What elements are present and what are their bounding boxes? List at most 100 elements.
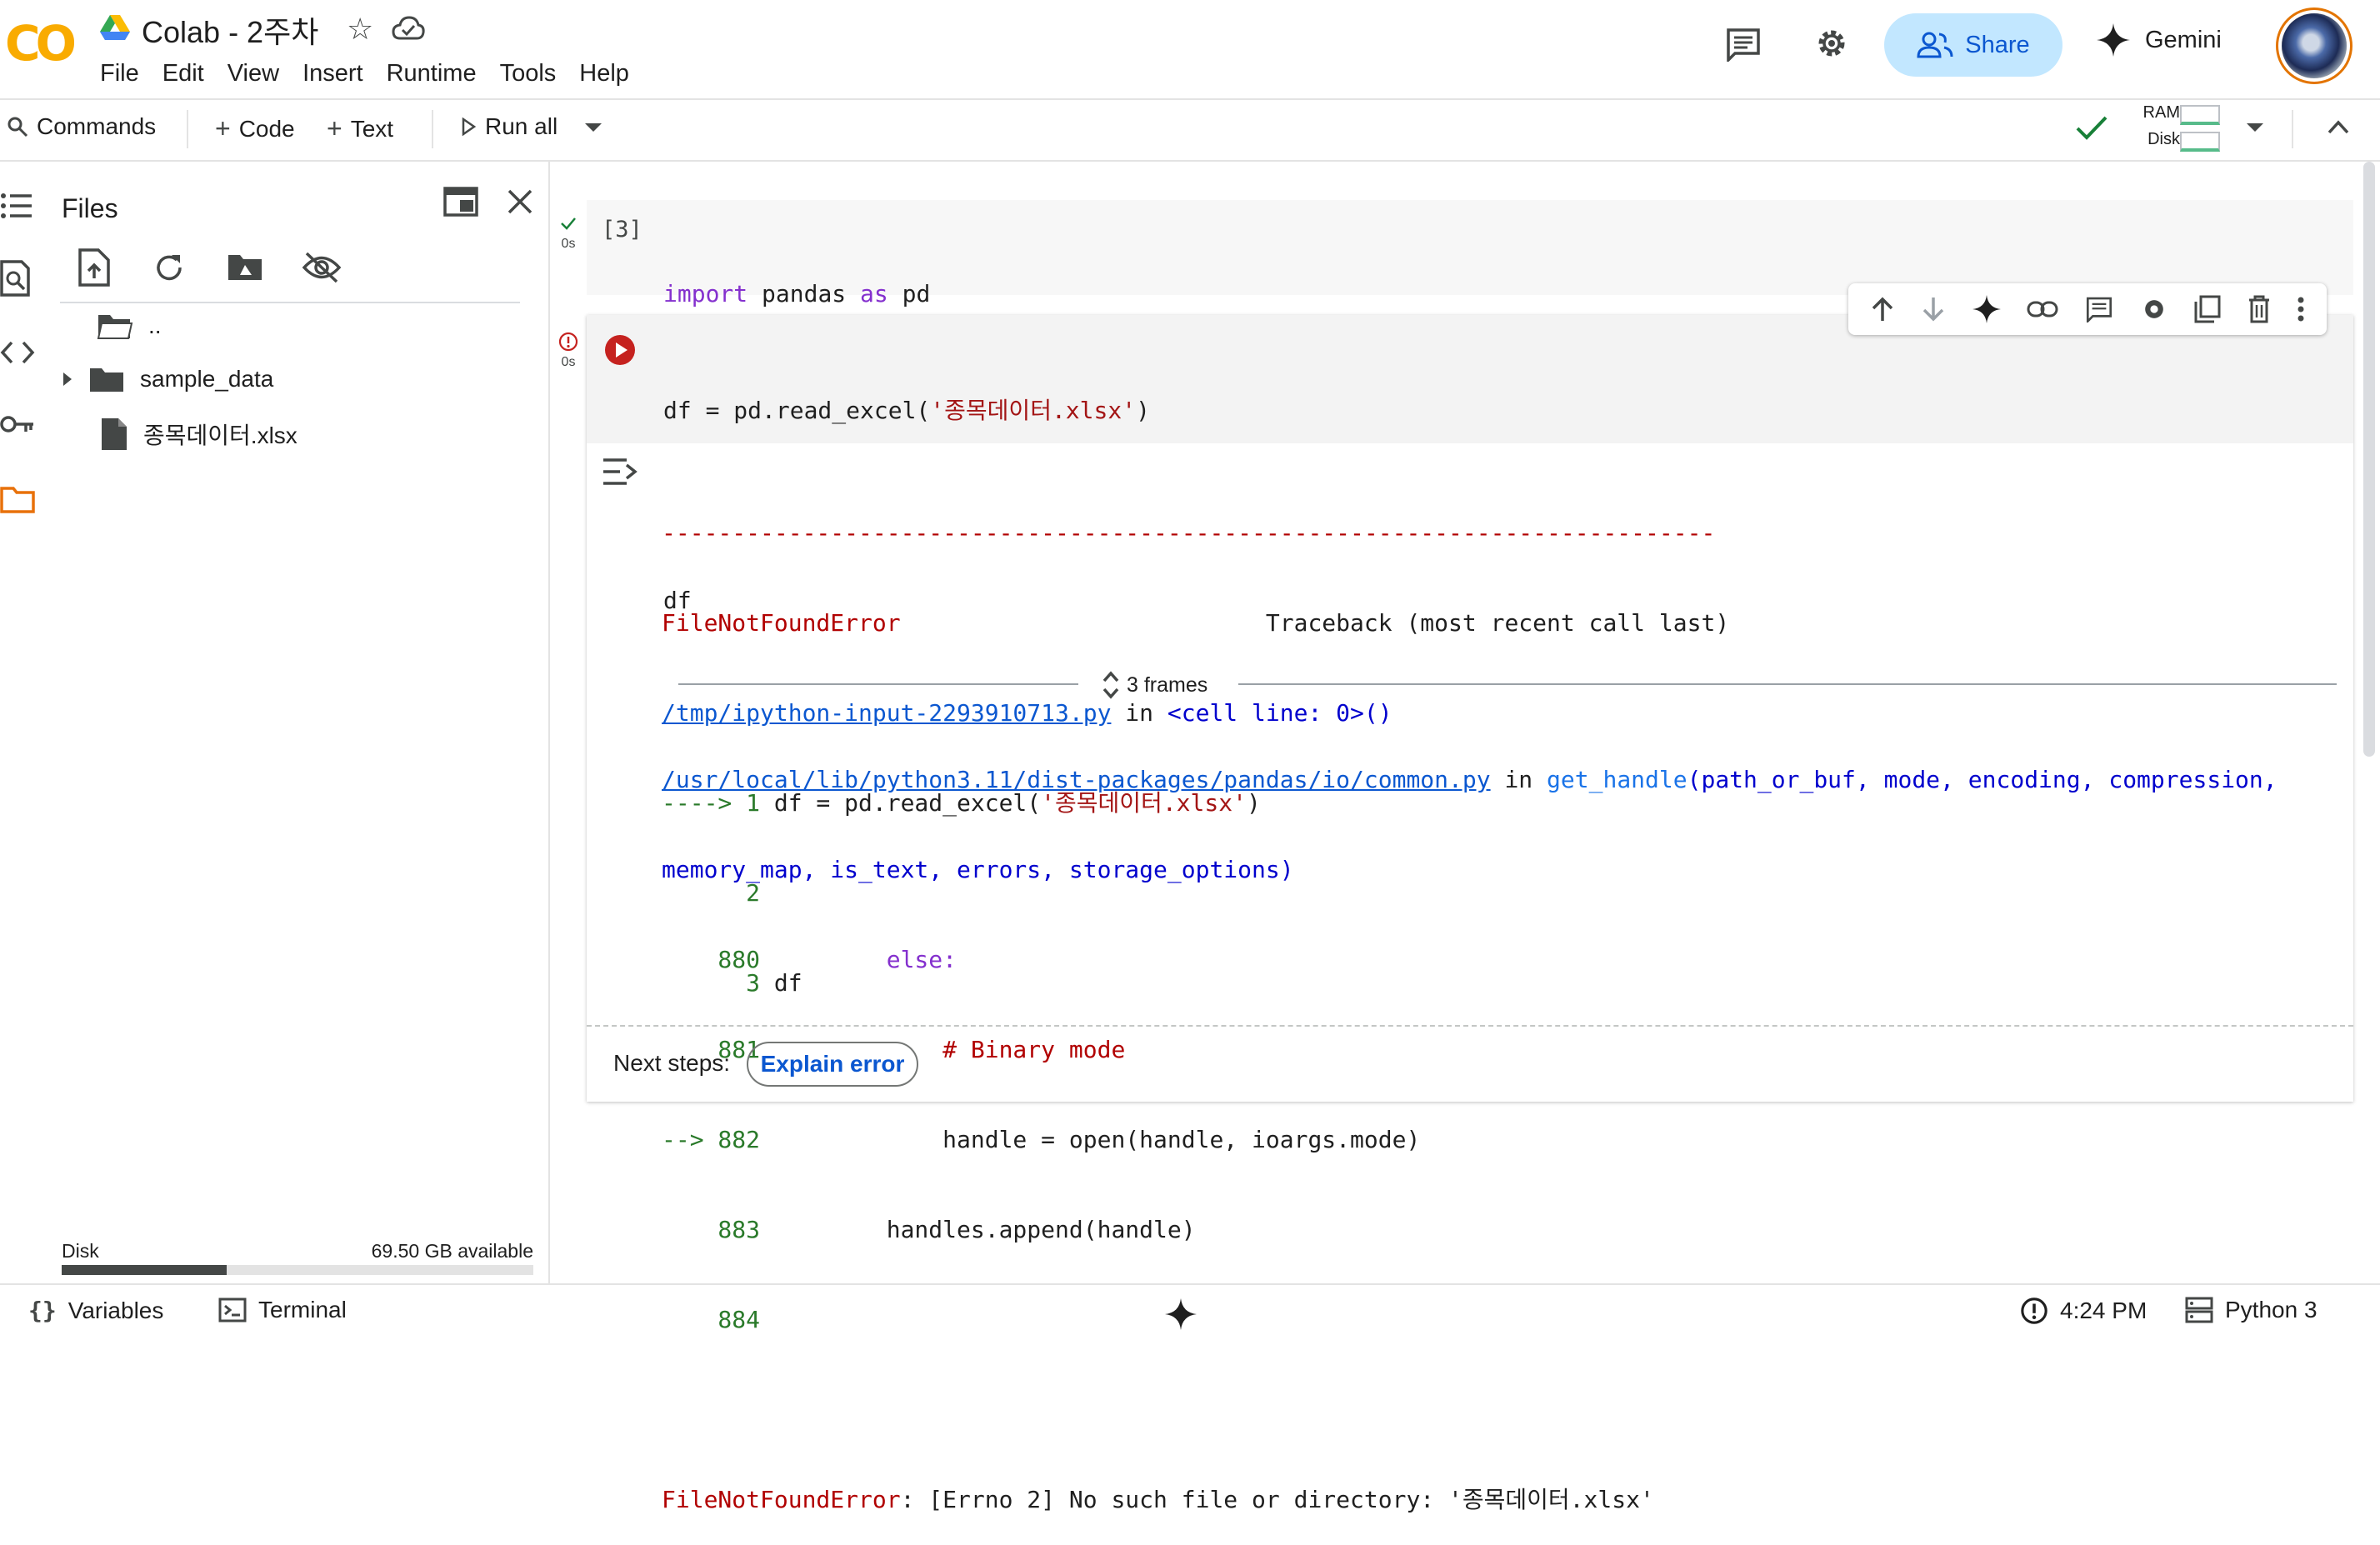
- folder-name: sample_data: [140, 366, 274, 392]
- files-separator: [60, 302, 520, 303]
- frames-divider-left: [678, 683, 1078, 685]
- menu-help[interactable]: Help: [579, 58, 641, 89]
- star-icon[interactable]: ☆: [347, 12, 373, 47]
- file-name: 종목데이터.xlsx: [143, 422, 298, 448]
- output-toggle-icon[interactable]: [602, 457, 638, 487]
- add-code-button[interactable]: + Code: [215, 113, 295, 144]
- frames-label: 3 frames: [1127, 672, 1208, 697]
- mount-drive-icon[interactable]: [227, 252, 263, 282]
- gemini-label: Gemini: [2145, 26, 2222, 53]
- files-folder-icon[interactable]: [0, 485, 35, 513]
- parent-folder-label: ..: [148, 312, 162, 338]
- menu-file[interactable]: File: [100, 58, 151, 89]
- src-line: 883 handles.append(handle): [662, 1216, 1196, 1243]
- variables-button[interactable]: {} Variables: [28, 1297, 163, 1324]
- explain-error-button[interactable]: Explain error: [747, 1042, 918, 1087]
- cell-settings-gear-icon[interactable]: [2140, 295, 2168, 323]
- plus-icon: +: [215, 113, 231, 143]
- ram-meter[interactable]: [2180, 105, 2220, 125]
- expand-frames-button[interactable]: 3 frames: [1102, 670, 1208, 700]
- code-snippets-icon[interactable]: [0, 340, 35, 365]
- next-steps-divider: [587, 1025, 2353, 1027]
- notebook-title[interactable]: Colab - 2주차: [142, 8, 318, 52]
- link-icon[interactable]: [2027, 300, 2058, 318]
- collapse-chevron-up-icon[interactable]: [2327, 118, 2350, 135]
- text-label: Text: [350, 115, 394, 142]
- settings-gear-icon[interactable]: [1813, 25, 1850, 62]
- files-panel-border[interactable]: [548, 162, 550, 1283]
- tree-row-parent[interactable]: ..: [97, 312, 162, 340]
- comment-icon[interactable]: [2085, 296, 2113, 322]
- play-icon: [462, 118, 477, 136]
- open-in-tab-icon[interactable]: [443, 187, 478, 217]
- toolbar-divider: [0, 160, 2380, 162]
- search-icon: [8, 117, 28, 138]
- tree-row-sample-data[interactable]: sample_data: [62, 365, 273, 393]
- src-line: 880 else:: [662, 946, 958, 973]
- cell-success-check-icon: [561, 218, 576, 230]
- gemini-spark-icon[interactable]: [1165, 1298, 1197, 1330]
- disk-usage-bar: [62, 1265, 533, 1275]
- comment-icon[interactable]: [1725, 27, 1762, 62]
- execution-status[interactable]: 4:24 PM: [2020, 1297, 2147, 1325]
- file-icon: [102, 418, 127, 450]
- menu-edit[interactable]: Edit: [162, 58, 216, 89]
- more-vert-icon[interactable]: [2297, 296, 2305, 322]
- resources-dropdown-icon[interactable]: [2245, 122, 2265, 133]
- secrets-key-icon[interactable]: [0, 412, 35, 437]
- code-label: Code: [238, 115, 295, 142]
- people-icon: [1917, 32, 1953, 58]
- table-of-contents-icon[interactable]: [0, 192, 33, 220]
- hide-files-eye-off-icon[interactable]: [302, 252, 342, 283]
- cell2-exec-time: 0s: [561, 355, 576, 369]
- cell1-exec-count: [3]: [602, 217, 642, 242]
- cell-toolbar: [1848, 283, 2327, 335]
- close-panel-icon[interactable]: [507, 188, 533, 215]
- mirror-cell-icon[interactable]: [2194, 295, 2221, 323]
- gemini-button[interactable]: Gemini: [2097, 23, 2222, 57]
- menu-tools[interactable]: Tools: [500, 58, 568, 89]
- disk-usage-label: Disk: [62, 1240, 99, 1262]
- code-line: df = pd.read_excel('종목데이터.xlsx'): [663, 397, 1150, 424]
- runtime-type-button[interactable]: Python 3: [2185, 1297, 2318, 1323]
- runtime-label: Python 3: [2225, 1297, 2318, 1322]
- trace-file-link-2[interactable]: /usr/local/lib/python3.11/dist-packages/…: [662, 766, 1491, 793]
- disk-meter[interactable]: [2180, 132, 2220, 152]
- variables-label: Variables: [68, 1297, 164, 1323]
- menu-runtime[interactable]: Runtime: [387, 58, 488, 89]
- next-steps-label: Next steps:: [613, 1050, 731, 1076]
- gemini-spark-icon[interactable]: [1972, 295, 2001, 323]
- run-all-button[interactable]: Run all: [460, 113, 558, 140]
- separator-dashes: ----------------------------------------…: [662, 519, 1716, 547]
- commands-button[interactable]: Commands: [7, 113, 156, 140]
- connected-checkmark-icon[interactable]: [2075, 113, 2108, 143]
- colab-logo[interactable]: CO: [5, 15, 77, 72]
- refresh-icon[interactable]: [153, 252, 185, 283]
- terminal-button[interactable]: Terminal: [218, 1297, 347, 1323]
- cell-error-icon: [558, 332, 578, 352]
- delete-trash-icon[interactable]: [2248, 295, 2271, 323]
- src-line: --> 882 handle = open(handle, ioargs.mod…: [662, 1126, 1421, 1153]
- tree-row-file[interactable]: 종목데이터.xlsx: [100, 417, 298, 452]
- add-text-button[interactable]: + Text: [327, 113, 393, 144]
- run-all-label: Run all: [485, 113, 558, 139]
- trace-location-2: /usr/local/lib/python3.11/dist-packages/…: [662, 766, 2278, 793]
- notebook-scrollbar[interactable]: [2363, 162, 2375, 757]
- statusbar-divider: [0, 1283, 2380, 1285]
- move-up-arrow-icon[interactable]: [1870, 296, 1895, 322]
- share-button[interactable]: Share: [1884, 13, 2062, 77]
- menu-view[interactable]: View: [228, 58, 291, 89]
- menu-insert[interactable]: Insert: [302, 58, 375, 89]
- run-cell-button[interactable]: [603, 333, 637, 367]
- upload-file-icon[interactable]: [78, 248, 110, 287]
- cloud-saved-icon[interactable]: [392, 13, 425, 43]
- expand-caret-icon[interactable]: [62, 371, 73, 388]
- braces-icon: {}: [28, 1297, 57, 1324]
- move-down-arrow-icon[interactable]: [1921, 296, 1946, 322]
- run-all-dropdown-icon[interactable]: [583, 122, 603, 133]
- find-replace-icon[interactable]: [0, 260, 32, 297]
- gemini-spark-icon: [2097, 23, 2130, 57]
- disk-label: Disk: [2148, 130, 2180, 148]
- google-drive-icon[interactable]: [100, 15, 130, 40]
- user-avatar[interactable]: [2282, 13, 2347, 78]
